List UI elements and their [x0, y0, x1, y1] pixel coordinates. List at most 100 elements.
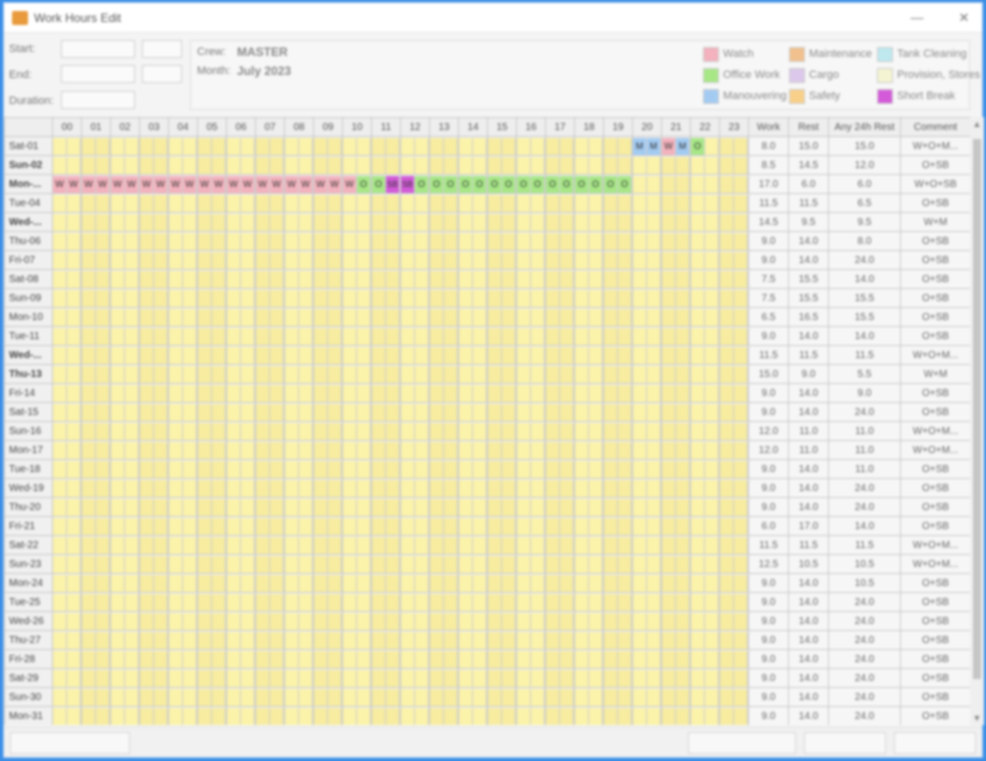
hour-cell[interactable]: [226, 497, 256, 517]
slot-empty[interactable]: [357, 403, 371, 421]
hour-cell[interactable]: [719, 231, 749, 251]
slot-empty[interactable]: [96, 498, 110, 516]
hour-cell[interactable]: [197, 231, 227, 251]
slot-empty[interactable]: [111, 574, 125, 592]
slot-empty[interactable]: [169, 441, 183, 459]
slot-empty[interactable]: [488, 384, 502, 402]
slot-empty[interactable]: [256, 270, 270, 288]
slot-empty[interactable]: [140, 441, 154, 459]
slot-empty[interactable]: [459, 650, 473, 668]
slot-empty[interactable]: [227, 346, 241, 364]
slot-empty[interactable]: [531, 308, 545, 326]
slot-empty[interactable]: [676, 365, 690, 383]
slot-empty[interactable]: [314, 669, 328, 687]
hour-cell[interactable]: [52, 155, 82, 175]
slot-empty[interactable]: [560, 650, 574, 668]
slot-empty[interactable]: [415, 517, 429, 535]
hour-cell[interactable]: [168, 421, 198, 441]
slot-empty[interactable]: [299, 441, 313, 459]
hour-cell[interactable]: [458, 649, 488, 669]
slot-empty[interactable]: [299, 593, 313, 611]
hour-cell[interactable]: [487, 459, 517, 479]
slot-empty[interactable]: [256, 422, 270, 440]
slot-empty[interactable]: [285, 289, 299, 307]
slot-empty[interactable]: [154, 308, 168, 326]
hour-cell[interactable]: [690, 516, 720, 536]
slot-empty[interactable]: [241, 688, 255, 706]
slot-empty[interactable]: [67, 308, 81, 326]
slot-empty[interactable]: [604, 631, 618, 649]
slot-empty[interactable]: [676, 289, 690, 307]
slot-empty[interactable]: [401, 555, 415, 573]
hour-cell[interactable]: [255, 535, 285, 555]
hour-cell[interactable]: [458, 706, 488, 725]
hour-cell[interactable]: [400, 402, 430, 422]
slot-empty[interactable]: [212, 707, 226, 725]
hour-cell[interactable]: [284, 326, 314, 346]
hour-cell[interactable]: [487, 402, 517, 422]
hour-cell[interactable]: [719, 326, 749, 346]
hour-cell[interactable]: [690, 212, 720, 232]
hour-cell[interactable]: [719, 136, 749, 156]
hour-cell[interactable]: [429, 421, 459, 441]
slot-empty[interactable]: [227, 688, 241, 706]
slot-empty[interactable]: [444, 251, 458, 269]
slot-empty[interactable]: [546, 403, 560, 421]
hour-cell[interactable]: [574, 402, 604, 422]
slot-empty[interactable]: [111, 650, 125, 668]
slot-empty[interactable]: [183, 441, 197, 459]
slot-empty[interactable]: [531, 422, 545, 440]
hour-cell[interactable]: [226, 288, 256, 308]
slot-empty[interactable]: [676, 232, 690, 250]
hour-cell[interactable]: [313, 212, 343, 232]
slot-empty[interactable]: [372, 365, 386, 383]
slot-empty[interactable]: [357, 137, 371, 155]
slot-empty[interactable]: [633, 631, 647, 649]
hour-cell[interactable]: [110, 364, 140, 384]
hour-cell[interactable]: [574, 706, 604, 725]
slot-empty[interactable]: [183, 422, 197, 440]
slot-empty[interactable]: [401, 422, 415, 440]
slot-empty[interactable]: [444, 346, 458, 364]
slot-empty[interactable]: [517, 232, 531, 250]
hour-cell[interactable]: [110, 630, 140, 650]
hour-cell[interactable]: [574, 478, 604, 498]
slot-empty[interactable]: [241, 346, 255, 364]
slot-empty[interactable]: [517, 346, 531, 364]
slot-empty[interactable]: [386, 422, 400, 440]
slot-empty[interactable]: [154, 384, 168, 402]
slot-empty[interactable]: [604, 251, 618, 269]
hour-cell[interactable]: [255, 212, 285, 232]
slot-empty[interactable]: [415, 498, 429, 516]
slot-w[interactable]: W: [314, 175, 328, 193]
hour-cell[interactable]: [284, 288, 314, 308]
slot-empty[interactable]: [517, 479, 531, 497]
slot-empty[interactable]: [386, 479, 400, 497]
slot-empty[interactable]: [212, 289, 226, 307]
slot-empty[interactable]: [328, 156, 342, 174]
slot-empty[interactable]: [111, 213, 125, 231]
hour-cell[interactable]: [197, 592, 227, 612]
slot-empty[interactable]: [531, 232, 545, 250]
slot-empty[interactable]: [691, 213, 705, 231]
hour-cell[interactable]: [516, 231, 546, 251]
slot-empty[interactable]: [125, 479, 139, 497]
slot-empty[interactable]: [227, 631, 241, 649]
slot-empty[interactable]: [270, 327, 284, 345]
hour-cell[interactable]: [110, 459, 140, 479]
hour-cell[interactable]: [168, 611, 198, 631]
slot-empty[interactable]: [618, 289, 632, 307]
slot-empty[interactable]: [343, 213, 357, 231]
hour-cell[interactable]: [400, 155, 430, 175]
slot-empty[interactable]: [357, 650, 371, 668]
slot-empty[interactable]: [589, 194, 603, 212]
slot-empty[interactable]: [386, 213, 400, 231]
slot-empty[interactable]: [212, 517, 226, 535]
hour-cell[interactable]: [400, 478, 430, 498]
hour-cell[interactable]: [632, 174, 662, 194]
slot-empty[interactable]: [328, 517, 342, 535]
hour-cell[interactable]: [516, 364, 546, 384]
slot-empty[interactable]: [96, 251, 110, 269]
hour-cell[interactable]: [371, 459, 401, 479]
hour-cell[interactable]: [255, 307, 285, 327]
